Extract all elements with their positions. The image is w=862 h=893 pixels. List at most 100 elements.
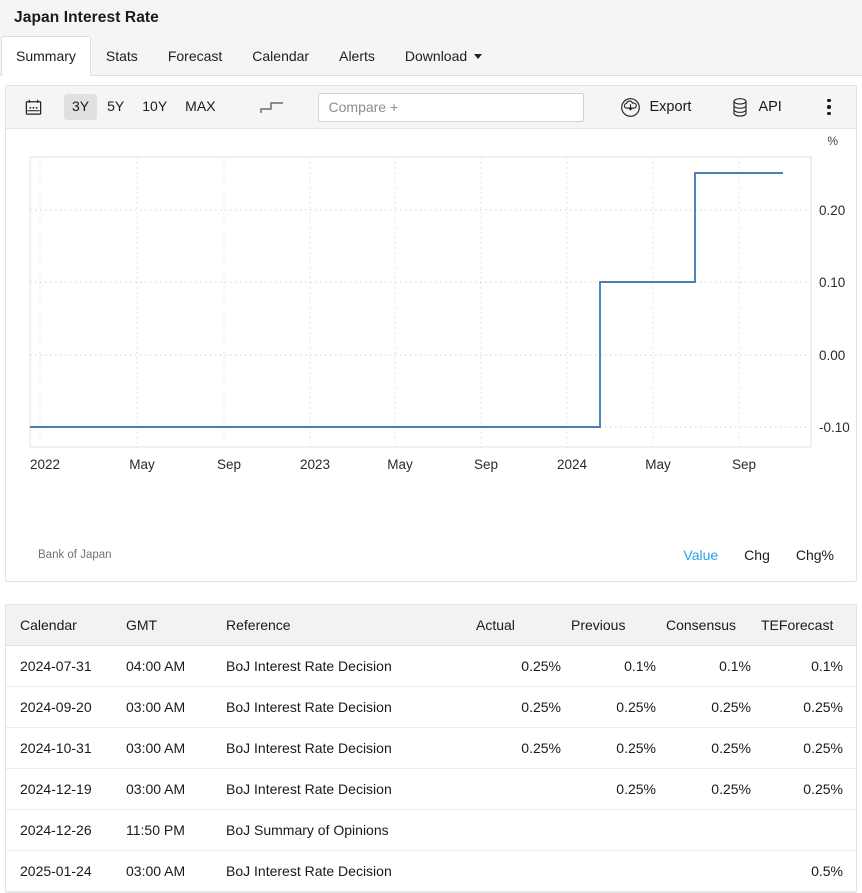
cell-calendar: 2024-09-20 (6, 687, 126, 728)
tab-stats-label: Stats (106, 48, 138, 64)
page-root: Japan Interest Rate Summary Stats Foreca… (0, 0, 862, 893)
range-button-10y[interactable]: 10Y (134, 94, 175, 119)
cell-consensus: 0.25% (666, 728, 761, 769)
y-tick-label: 0.00 (819, 348, 845, 363)
x-tick-label: May (129, 457, 155, 472)
horizontal-gridlines (30, 210, 811, 427)
x-tick-label: May (387, 457, 413, 472)
cell-actual: 0.25% (476, 728, 571, 769)
cell-reference: BoJ Interest Rate Decision (226, 851, 476, 892)
range-selector: 3Y 5Y 10Y MAX (64, 94, 224, 119)
y-tick-label: 0.20 (819, 203, 845, 218)
cell-teforecast: 0.25% (761, 769, 857, 810)
plot-frame (30, 157, 811, 447)
cell-gmt: 03:00 AM (126, 851, 226, 892)
tab-summary[interactable]: Summary (1, 36, 91, 76)
vertical-gridlines (40, 157, 739, 447)
cell-consensus (666, 810, 761, 851)
export-button[interactable]: Export (614, 93, 698, 122)
calendar-table-head: Calendar GMT Reference Actual Previous C… (6, 605, 857, 646)
col-header-gmt[interactable]: GMT (126, 605, 226, 646)
col-header-teforecast[interactable]: TEForecast (761, 605, 857, 646)
cell-reference: BoJ Interest Rate Decision (226, 646, 476, 687)
cell-calendar: 2024-07-31 (6, 646, 126, 687)
tab-stats[interactable]: Stats (91, 36, 153, 75)
y-tick-label: 0.10 (819, 275, 845, 290)
api-label: API (758, 99, 781, 115)
col-header-reference[interactable]: Reference (226, 605, 476, 646)
cell-previous: 0.1% (571, 646, 666, 687)
export-label: Export (650, 99, 692, 115)
tab-download-label: Download (405, 48, 467, 64)
chart-toolbar: 3Y 5Y 10Y MAX Export (6, 86, 856, 129)
tab-alerts-label: Alerts (339, 48, 375, 64)
series-tab-chg-pct[interactable]: Chg% (796, 547, 834, 563)
cell-gmt: 03:00 AM (126, 728, 226, 769)
table-row[interactable]: 2024-12-2611:50 PMBoJ Summary of Opinion… (6, 810, 857, 851)
calendar-icon[interactable] (16, 92, 50, 122)
y-tick-label: -0.10 (819, 420, 850, 435)
step-line-icon[interactable] (252, 92, 292, 122)
page-title: Japan Interest Rate (14, 9, 159, 27)
col-header-consensus[interactable]: Consensus (666, 605, 761, 646)
cloud-download-icon (620, 97, 641, 118)
x-tick-label: Sep (474, 457, 498, 472)
compare-input[interactable] (318, 93, 584, 122)
table-row[interactable]: 2024-09-2003:00 AMBoJ Interest Rate Deci… (6, 687, 857, 728)
cell-reference: BoJ Interest Rate Decision (226, 769, 476, 810)
cell-gmt: 04:00 AM (126, 646, 226, 687)
range-button-3y[interactable]: 3Y (64, 94, 97, 119)
cell-reference: BoJ Interest Rate Decision (226, 728, 476, 769)
tab-forecast[interactable]: Forecast (153, 36, 237, 75)
range-button-5y[interactable]: 5Y (99, 94, 132, 119)
cell-calendar: 2024-12-26 (6, 810, 126, 851)
cell-consensus: 0.1% (666, 646, 761, 687)
col-header-previous[interactable]: Previous (571, 605, 666, 646)
range-button-max[interactable]: MAX (177, 94, 223, 119)
tab-download[interactable]: Download (390, 36, 497, 75)
x-tick-label: Sep (732, 457, 756, 472)
tab-calendar[interactable]: Calendar (237, 36, 324, 75)
cell-previous (571, 810, 666, 851)
cell-gmt: 11:50 PM (126, 810, 226, 851)
col-header-calendar[interactable]: Calendar (6, 605, 126, 646)
series-tab-value[interactable]: Value (683, 547, 718, 563)
cell-actual (476, 851, 571, 892)
cell-consensus (666, 851, 761, 892)
tab-alerts[interactable]: Alerts (324, 36, 390, 75)
chart-plot-area[interactable]: % (6, 129, 856, 529)
kebab-menu-icon[interactable] (816, 94, 842, 120)
table-row[interactable]: 2024-10-3103:00 AMBoJ Interest Rate Deci… (6, 728, 857, 769)
calendar-table-body: 2024-07-3104:00 AMBoJ Interest Rate Deci… (6, 646, 857, 892)
y-axis-tick-labels: 0.20 0.10 0.00 -0.10 (819, 203, 850, 435)
cell-teforecast: 0.25% (761, 687, 857, 728)
cell-previous: 0.25% (571, 687, 666, 728)
x-tick-label: May (645, 457, 671, 472)
cell-teforecast: 0.1% (761, 646, 857, 687)
table-row[interactable]: 2024-12-1903:00 AMBoJ Interest Rate Deci… (6, 769, 857, 810)
cell-teforecast: 0.5% (761, 851, 857, 892)
cell-actual: 0.25% (476, 687, 571, 728)
cell-gmt: 03:00 AM (126, 687, 226, 728)
table-row[interactable]: 2024-07-3104:00 AMBoJ Interest Rate Deci… (6, 646, 857, 687)
series-tab-chg[interactable]: Chg (744, 547, 770, 563)
chevron-down-icon (474, 54, 482, 59)
calendar-table: Calendar GMT Reference Actual Previous C… (6, 605, 857, 892)
x-tick-label: 2022 (30, 457, 60, 472)
cell-previous: 0.25% (571, 728, 666, 769)
col-header-actual[interactable]: Actual (476, 605, 571, 646)
series-tab-group: Value Chg Chg% (683, 547, 834, 563)
cell-actual: 0.25% (476, 646, 571, 687)
api-button[interactable]: API (725, 93, 787, 122)
table-row[interactable]: 2025-01-2403:00 AMBoJ Interest Rate Deci… (6, 851, 857, 892)
chart-footer: Bank of Japan Value Chg Chg% (6, 529, 856, 581)
tab-forecast-label: Forecast (168, 48, 222, 64)
cell-reference: BoJ Interest Rate Decision (226, 687, 476, 728)
calendar-table-card: Calendar GMT Reference Actual Previous C… (5, 604, 857, 893)
y-axis-unit-label: % (827, 134, 838, 148)
cell-teforecast: 0.25% (761, 728, 857, 769)
x-tick-label: 2023 (300, 457, 330, 472)
cell-previous: 0.25% (571, 769, 666, 810)
interest-rate-step-chart[interactable]: % (6, 129, 856, 529)
cell-calendar: 2024-10-31 (6, 728, 126, 769)
